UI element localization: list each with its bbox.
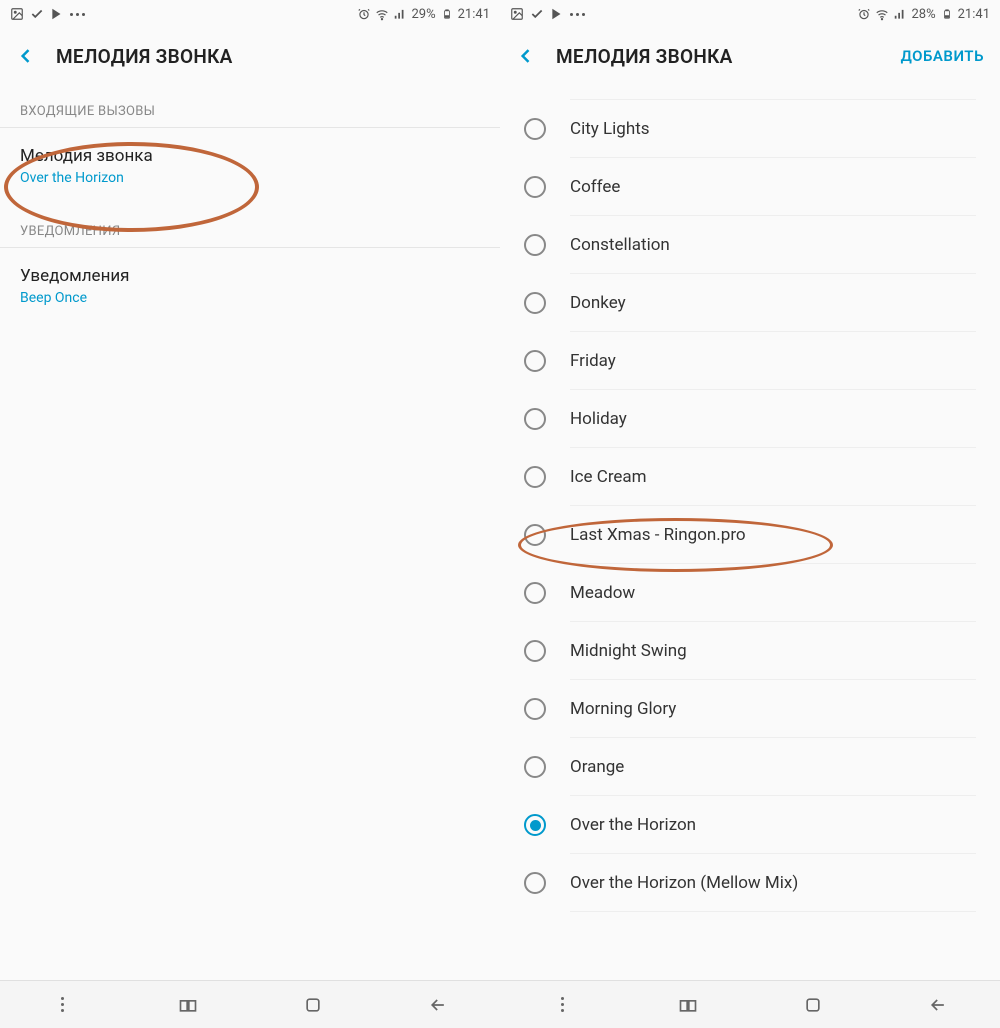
clock-time: 21:41	[958, 7, 990, 22]
radio-button[interactable]	[524, 292, 546, 314]
page-title: МЕЛОДИЯ ЗВОНКА	[556, 45, 881, 68]
radio-button[interactable]	[524, 872, 546, 894]
radio-button[interactable]	[524, 814, 546, 836]
image-icon	[510, 7, 524, 21]
ringtone-item[interactable]: Orange	[500, 738, 1000, 796]
section-notifications: УВЕДОМЛЕНИЯ	[0, 204, 500, 248]
radio-button[interactable]	[524, 408, 546, 430]
radio-button[interactable]	[524, 466, 546, 488]
radio-button[interactable]	[524, 756, 546, 778]
back-button[interactable]	[516, 46, 536, 66]
nav-back-button[interactable]	[927, 994, 949, 1016]
notifications-setting-title: Уведомления	[20, 266, 480, 286]
app-header: МЕЛОДИЯ ЗВОНКА ДОБАВИТЬ	[500, 28, 1000, 84]
ringtone-label: Orange	[570, 757, 624, 777]
ringtone-label: Over the Horizon	[570, 815, 696, 835]
check-icon	[30, 7, 44, 21]
ringtone-item[interactable]: Beep Beep	[500, 84, 1000, 100]
battery-icon	[940, 7, 954, 21]
ringtone-label: Constellation	[570, 235, 670, 255]
ringtone-item[interactable]: Friday	[500, 332, 1000, 390]
alarm-icon	[857, 7, 871, 21]
nav-back-button[interactable]	[427, 994, 449, 1016]
radio-button[interactable]	[524, 176, 546, 198]
section-incoming-calls: ВХОДЯЩИЕ ВЫЗОВЫ	[0, 84, 500, 128]
check-icon	[530, 7, 544, 21]
ringtone-item[interactable]: Morning Glory	[500, 680, 1000, 738]
navigation-bar	[500, 980, 1000, 1028]
ringtone-setting-title: Мелодия звонка	[20, 146, 480, 166]
nav-home-button[interactable]	[802, 994, 824, 1016]
screen-ringtone-picker: 28% 21:41 МЕЛОДИЯ ЗВОНКА ДОБАВИТЬ Beep B…	[500, 0, 1000, 1028]
ringtone-label: Meadow	[570, 583, 635, 603]
clock-time: 21:41	[458, 7, 490, 22]
signal-icon	[393, 7, 407, 21]
page-title: МЕЛОДИЯ ЗВОНКА	[56, 45, 484, 68]
ringtone-label: Donkey	[570, 293, 626, 313]
radio-button[interactable]	[524, 234, 546, 256]
more-icon	[570, 13, 585, 16]
radio-button[interactable]	[524, 118, 546, 140]
wifi-icon	[875, 7, 889, 21]
ringtone-label: Ice Cream	[570, 467, 647, 487]
ringtone-item[interactable]: Last Xmas - Ringon.pro	[500, 506, 1000, 564]
ringtone-setting-value: Over the Horizon	[20, 170, 480, 186]
add-button[interactable]: ДОБАВИТЬ	[901, 47, 984, 65]
ringtone-label: Coffee	[570, 177, 620, 197]
play-store-icon	[550, 7, 564, 21]
app-header: МЕЛОДИЯ ЗВОНКА	[0, 28, 500, 84]
status-bar: 28% 21:41	[500, 0, 1000, 28]
ringtone-list[interactable]: Beep Beep City Lights Coffee Constellation D…	[500, 84, 1000, 980]
ringtone-setting-row[interactable]: Мелодия звонка Over the Horizon	[0, 128, 500, 204]
screen-settings: 29% 21:41 МЕЛОДИЯ ЗВОНКА ВХОДЯЩИЕ ВЫЗОВЫ…	[0, 0, 500, 1028]
ringtone-label: Morning Glory	[570, 699, 676, 719]
ringtone-item[interactable]: Holiday	[500, 390, 1000, 448]
navigation-bar	[0, 980, 500, 1028]
ringtone-item[interactable]: Donkey	[500, 274, 1000, 332]
status-bar: 29% 21:41	[0, 0, 500, 28]
alarm-icon	[357, 7, 371, 21]
radio-button[interactable]	[524, 582, 546, 604]
ringtone-item[interactable]: Coffee	[500, 158, 1000, 216]
notifications-setting-value: Beep Once	[20, 290, 480, 306]
ringtone-label: City Lights	[570, 119, 650, 139]
more-icon	[70, 13, 85, 16]
radio-button[interactable]	[524, 698, 546, 720]
ringtone-label: Over the Horizon (Mellow Mix)	[570, 873, 798, 893]
radio-button[interactable]	[524, 640, 546, 662]
settings-content: ВХОДЯЩИЕ ВЫЗОВЫ Мелодия звонка Over the …	[0, 84, 500, 980]
battery-percent: 28%	[911, 7, 935, 22]
nav-home-button[interactable]	[302, 994, 324, 1016]
notifications-setting-row[interactable]: Уведомления Beep Once	[0, 248, 500, 324]
ringtone-item[interactable]: Over the Horizon	[500, 796, 1000, 854]
ringtone-label: Midnight Swing	[570, 641, 687, 661]
back-button[interactable]	[16, 46, 36, 66]
ringtone-label: Last Xmas - Ringon.pro	[570, 525, 746, 545]
ringtone-item[interactable]: Over the Horizon (Mellow Mix)	[500, 854, 1000, 912]
nav-recents-button[interactable]	[177, 994, 199, 1016]
ringtone-item[interactable]: City Lights	[500, 100, 1000, 158]
battery-icon	[440, 7, 454, 21]
radio-button[interactable]	[524, 350, 546, 372]
ringtone-item[interactable]: Constellation	[500, 216, 1000, 274]
image-icon	[10, 7, 24, 21]
nav-recents-button[interactable]	[677, 994, 699, 1016]
ringtone-item[interactable]: Ice Cream	[500, 448, 1000, 506]
nav-menu-button[interactable]	[52, 994, 74, 1016]
ringtone-label: Holiday	[570, 409, 627, 429]
wifi-icon	[375, 7, 389, 21]
nav-menu-button[interactable]	[552, 994, 574, 1016]
radio-button[interactable]	[524, 524, 546, 546]
signal-icon	[893, 7, 907, 21]
ringtone-label: Friday	[570, 351, 616, 371]
ringtone-item[interactable]: Midnight Swing	[500, 622, 1000, 680]
battery-percent: 29%	[411, 7, 435, 22]
play-store-icon	[50, 7, 64, 21]
ringtone-item[interactable]: Meadow	[500, 564, 1000, 622]
